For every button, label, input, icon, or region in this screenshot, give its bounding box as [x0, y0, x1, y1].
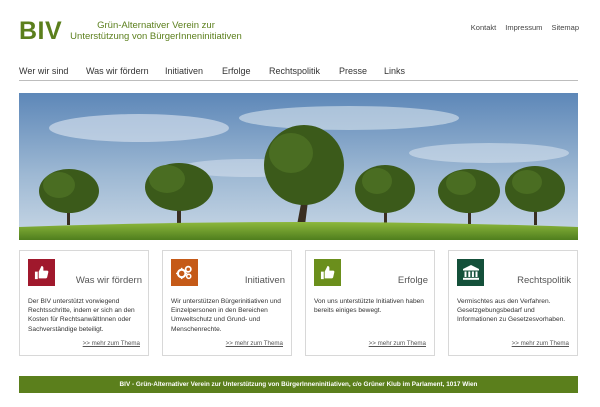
tagline-line-2: Unterstützung von BürgerInneninitiativen — [70, 31, 242, 42]
card-title: Erfolge — [397, 275, 428, 286]
more-link[interactable]: >> mehr zum Thema — [369, 340, 426, 347]
more-link[interactable]: >> mehr zum Thema — [512, 340, 569, 347]
utility-nav: Kontakt Impressum Sitemap — [464, 23, 579, 32]
card-description: Von uns unterstützte Initiativen haben b… — [314, 298, 424, 315]
gears-icon — [171, 259, 198, 286]
nav-item-erfolge[interactable]: Erfolge — [222, 66, 251, 76]
site-logo[interactable]: BIV — [19, 17, 62, 46]
card-title: Initiativen — [244, 275, 285, 286]
card-description: Wir unterstützen Bürgerinitiativen und E… — [171, 298, 281, 333]
thumbs-up-icon — [314, 259, 341, 286]
hero-image — [19, 93, 578, 240]
card-was-wir-foerdern: Was wir fördern Der BIV unterstützt vorw… — [19, 250, 149, 356]
card-description: Der BIV unterstützt vorwiegend Rechtssch… — [28, 298, 135, 333]
footer-bar: BIV - Grün-Alternativer Verein zur Unter… — [19, 376, 578, 393]
card-initiativen: Initiativen Wir unterstützen Bürgeriniti… — [162, 250, 292, 356]
more-link[interactable]: >> mehr zum Thema — [226, 340, 283, 347]
utility-link-kontakt[interactable]: Kontakt — [471, 23, 496, 32]
nav-item-wer-wir-sind[interactable]: Wer wir sind — [19, 66, 68, 76]
nav-item-initiativen[interactable]: Initiativen — [165, 66, 203, 76]
thumbs-up-icon — [28, 259, 55, 286]
nav-item-links[interactable]: Links — [384, 66, 405, 76]
card-description: Vermischtes aus den Verfahren. Gesetzgeb… — [457, 298, 566, 324]
site-tagline: Grün-Alternativer Verein zur Unterstützu… — [66, 20, 246, 42]
nav-item-was-wir-foerdern[interactable]: Was wir fördern — [86, 66, 149, 76]
trees-landscape-image — [19, 93, 578, 240]
card-title: Rechtspolitik — [517, 275, 571, 286]
tagline-line-1: Grün-Alternativer Verein zur — [97, 20, 215, 31]
utility-link-sitemap[interactable]: Sitemap — [551, 23, 579, 32]
utility-link-impressum[interactable]: Impressum — [505, 23, 542, 32]
institution-icon — [457, 259, 484, 286]
nav-item-rechtspolitik[interactable]: Rechtspolitik — [269, 66, 320, 76]
main-nav: Wer wir sind Was wir fördern Initiativen… — [19, 66, 578, 81]
card-rechtspolitik: Rechtspolitik Vermischtes aus den Verfah… — [448, 250, 578, 356]
card-title: Was wir fördern — [75, 275, 142, 286]
more-link[interactable]: >> mehr zum Thema — [83, 340, 140, 347]
nav-item-presse[interactable]: Presse — [339, 66, 367, 76]
card-erfolge: Erfolge Von uns unterstützte Initiativen… — [305, 250, 435, 356]
